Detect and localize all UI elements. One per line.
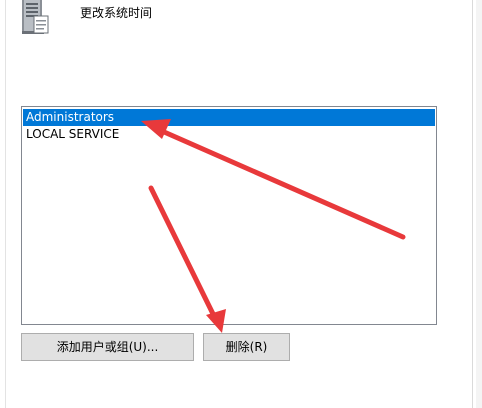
list-item-local-service[interactable]: LOCAL SERVICE [23, 126, 435, 143]
user-rights-dialog: 更改系统时间 Administrators LOCAL SERVICE 添加用户… [0, 0, 482, 408]
list-item-administrators[interactable]: Administrators [23, 109, 435, 126]
account-listbox[interactable]: Administrators LOCAL SERVICE [21, 106, 437, 325]
dialog-left-edge [5, 0, 6, 408]
server-policy-icon [18, 0, 52, 36]
add-user-or-group-button[interactable]: 添加用户或组(U)... [21, 333, 194, 361]
policy-title: 更改系统时间 [80, 6, 153, 20]
dialog-scroll-gutter [476, 0, 482, 408]
remove-button[interactable]: 删除(R) [203, 333, 290, 361]
dialog-right-edge [472, 0, 473, 408]
